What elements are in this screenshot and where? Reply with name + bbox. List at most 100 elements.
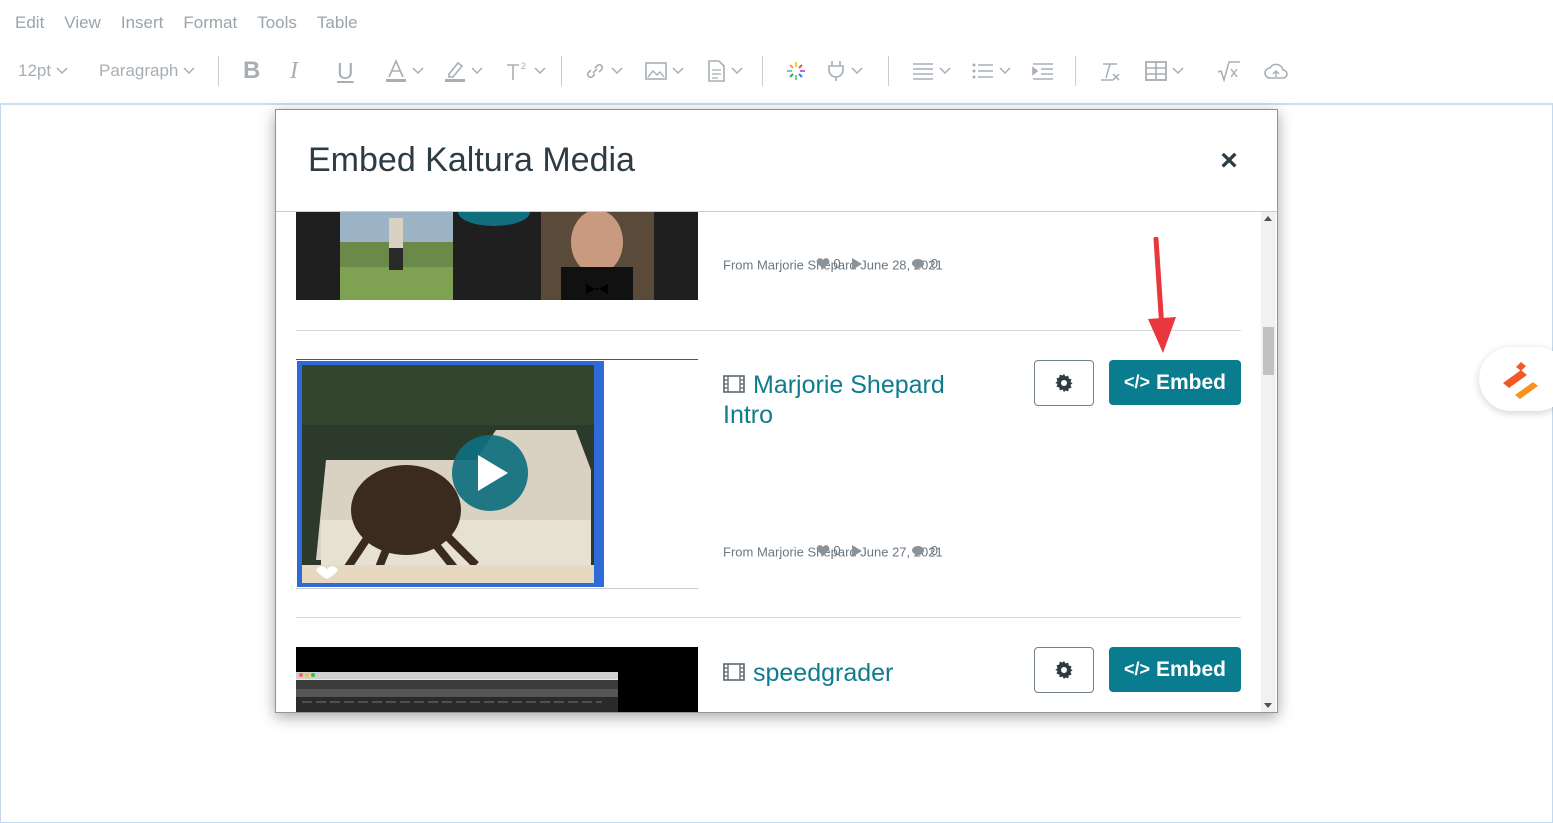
table-icon (1145, 61, 1167, 81)
menu-insert[interactable]: Insert (111, 10, 174, 36)
video-thumbnail-image (297, 361, 604, 587)
toolbar-divider (762, 56, 763, 86)
toolbar-divider (218, 56, 219, 86)
embed-button[interactable]: </> Embed (1109, 647, 1241, 692)
bold-button[interactable]: B (243, 54, 260, 88)
dialog-title: Embed Kaltura Media (308, 141, 635, 179)
list-button[interactable] (972, 54, 1011, 88)
chevron-down-icon (939, 67, 951, 75)
scroll-up-arrow-icon[interactable] (1264, 216, 1272, 221)
code-icon: </> (1123, 659, 1150, 679)
sparkle-icon (787, 62, 805, 80)
settings-button[interactable] (1034, 647, 1094, 693)
chevron-down-icon (56, 67, 68, 75)
media-title: Marjorie Shepard Intro (723, 371, 945, 429)
chevron-down-icon (851, 67, 863, 75)
media-meta: From Marjorie Shepard June 28, 2021 0 0 (723, 256, 943, 273)
video-thumbnail[interactable] (296, 212, 698, 300)
font-size-select[interactable]: 12pt (18, 54, 68, 88)
chevron-down-icon (183, 67, 195, 75)
chevron-down-icon (611, 67, 623, 75)
apps-button[interactable] (785, 54, 807, 88)
menu-table[interactable]: Table (307, 10, 368, 36)
indent-button[interactable] (1032, 54, 1054, 88)
italic-button[interactable]: I (290, 54, 298, 88)
text-color-icon (386, 59, 406, 82)
chevron-down-icon (1172, 67, 1184, 75)
close-button[interactable]: × (1214, 146, 1244, 176)
settings-button[interactable] (1034, 360, 1094, 406)
chevron-down-icon (672, 67, 684, 75)
film-icon (723, 663, 745, 682)
media-list-scrollbar[interactable] (1261, 212, 1276, 712)
entry-divider (296, 330, 1241, 331)
svg-text:2: 2 (521, 61, 526, 71)
superscript-button[interactable]: 2 (505, 54, 546, 88)
toolbar-divider (561, 56, 562, 86)
scroll-down-arrow-icon[interactable] (1264, 703, 1272, 708)
chevron-down-icon (731, 67, 743, 75)
chevron-down-icon (471, 67, 483, 75)
media-title: speedgrader (753, 659, 894, 687)
highlight-color-button[interactable] (444, 54, 483, 88)
media-title-link[interactable]: speedgrader (723, 658, 963, 688)
gear-icon (1055, 374, 1073, 392)
menu-tools[interactable]: Tools (247, 10, 307, 36)
embed-button-label: Embed (1156, 657, 1227, 681)
scrollbar-thumb[interactable] (1263, 327, 1274, 375)
plugins-button[interactable] (826, 54, 863, 88)
chevron-down-icon (999, 67, 1011, 75)
embed-button-label: Embed (1156, 370, 1227, 394)
entry-divider (296, 617, 1241, 618)
dialog-header: Embed Kaltura Media × (276, 110, 1277, 212)
embed-button[interactable]: </> Embed (1109, 360, 1241, 405)
video-thumbnail[interactable] (296, 647, 698, 712)
square-root-icon (1217, 61, 1240, 82)
cloud-icon (1264, 63, 1288, 79)
indent-icon (1032, 63, 1053, 80)
chevron-down-icon (412, 67, 424, 75)
bullet-list-icon (972, 63, 993, 79)
video-thumbnail-image (296, 647, 698, 712)
document-icon (708, 60, 725, 82)
media-meta: From Marjorie Shepard June 27, 2021 0 0 (723, 543, 943, 560)
video-thumbnail[interactable] (296, 359, 698, 589)
plug-icon (828, 61, 844, 81)
likes-count: 0 (833, 256, 841, 271)
film-icon (723, 375, 745, 394)
toolbar-divider (888, 56, 889, 86)
floating-assistant-button[interactable] (1479, 347, 1553, 411)
comment-icon (911, 545, 924, 557)
plays-stat (852, 544, 863, 557)
code-icon: </> (1123, 372, 1150, 392)
link-button[interactable] (584, 54, 623, 88)
chevron-down-icon (534, 67, 546, 75)
equation-button[interactable] (1217, 54, 1241, 88)
menu-bar: Edit View Insert Format Tools Table (0, 10, 368, 36)
gear-icon (1055, 661, 1073, 679)
video-thumbnail-image (296, 212, 698, 300)
play-count-icon (852, 257, 863, 270)
block-format-select[interactable]: Paragraph (99, 54, 195, 88)
image-icon (645, 62, 667, 80)
document-button[interactable] (706, 54, 743, 88)
align-left-icon (913, 63, 933, 80)
clear-formatting-button[interactable] (1099, 54, 1121, 88)
table-button[interactable] (1145, 54, 1184, 88)
comments-stat: 0 (911, 256, 938, 271)
clear-formatting-icon (1101, 63, 1120, 81)
link-icon (586, 63, 604, 79)
media-list[interactable]: From Marjorie Shepard June 28, 2021 0 0 (276, 212, 1277, 712)
comments-count: 0 (930, 543, 939, 558)
text-color-button[interactable] (385, 54, 424, 88)
comment-icon (911, 258, 924, 270)
annotation-arrow (1148, 237, 1176, 353)
menu-format[interactable]: Format (173, 10, 247, 36)
menu-edit[interactable]: Edit (0, 10, 54, 36)
upload-button[interactable] (1263, 54, 1289, 88)
menu-view[interactable]: View (54, 10, 111, 36)
underline-button[interactable]: U (337, 54, 354, 88)
media-title-link[interactable]: Marjorie Shepard Intro (723, 370, 963, 430)
image-button[interactable] (645, 54, 684, 88)
align-button[interactable] (912, 54, 951, 88)
